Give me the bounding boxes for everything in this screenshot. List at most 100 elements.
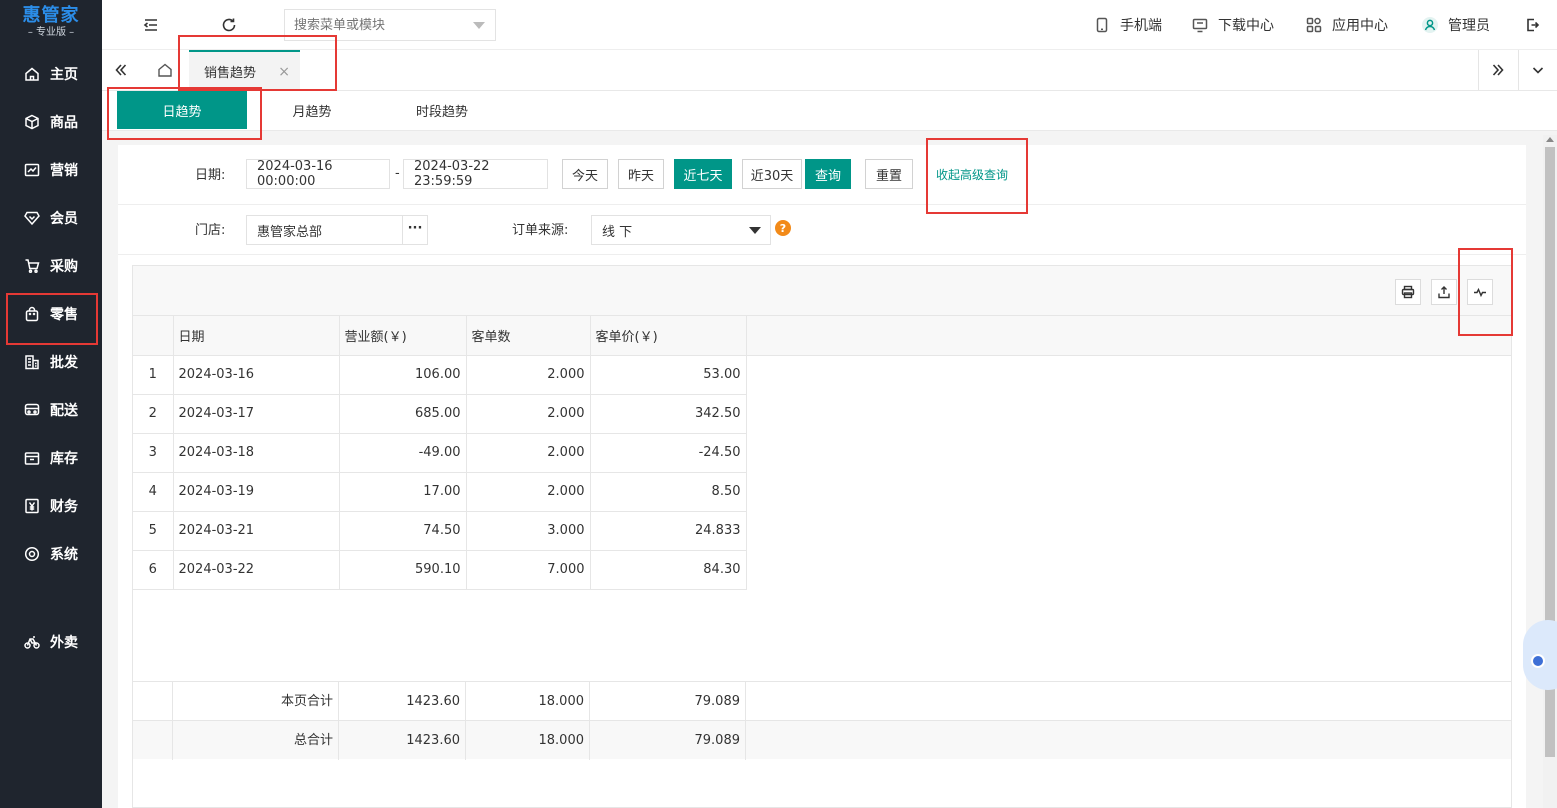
refresh-button[interactable] <box>218 14 240 36</box>
yesterday-button[interactable]: 昨天 <box>618 159 664 189</box>
scroll-up-icon[interactable] <box>1546 137 1554 142</box>
cell-revenue: -49.00 <box>339 433 467 473</box>
diamond-icon <box>24 210 40 226</box>
sidebar-item-finance[interactable]: 财务 <box>0 486 102 526</box>
last-30-days-button[interactable]: 近30天 <box>742 159 802 189</box>
user-name: 管理员 <box>1448 18 1490 34</box>
sidebar-item-label: 系统 <box>50 547 78 563</box>
row-index: 2 <box>133 394 174 434</box>
refresh-icon <box>222 18 236 32</box>
page-total-label: 本页合计 <box>173 682 339 721</box>
sidebar-item-label: 零售 <box>50 307 78 323</box>
chart-view-button[interactable] <box>1467 279 1493 305</box>
sidebar-item-label: 批发 <box>50 355 78 371</box>
export-button[interactable] <box>1431 279 1457 305</box>
building-icon <box>24 354 40 370</box>
sidebar-item-marketing[interactable]: 营销 <box>0 150 102 190</box>
today-button[interactable]: 今天 <box>562 159 608 189</box>
app-center-link[interactable]: 应用中心 <box>1306 0 1388 50</box>
tab-label: 销售趋势 <box>204 65 257 81</box>
sidebar-item-label: 采购 <box>50 259 78 275</box>
sidebar-item-takeout[interactable]: 外卖 <box>0 622 102 662</box>
download-center-link[interactable]: 下载中心 <box>1192 0 1274 50</box>
tabs-scroll-right-button[interactable] <box>1479 50 1517 90</box>
sidebar: 惠管家 – 专业版 – 主页 商品 营销 会员 采购 零售 批发 配送 库存 财… <box>0 0 102 808</box>
close-icon[interactable]: × <box>278 64 290 80</box>
row-index: 1 <box>133 355 174 395</box>
table-row[interactable]: 3 2024-03-18 -49.00 2.000 -24.50 <box>133 433 747 473</box>
date-end-input[interactable]: 2024-03-22 23:59:59 <box>403 159 548 189</box>
page-total-avg-price: 79.089 <box>590 682 746 721</box>
sidebar-item-retail[interactable]: 零售 <box>0 294 102 334</box>
cell-orders: 2.000 <box>466 433 591 473</box>
order-source-value: 线 下 <box>602 224 633 240</box>
tabs-menu-button[interactable] <box>1519 50 1557 90</box>
menu-search-select[interactable] <box>284 9 496 41</box>
print-button[interactable] <box>1395 279 1421 305</box>
double-chevron-left-icon <box>115 64 127 76</box>
subtab-period-trend[interactable]: 时段趋势 <box>377 91 507 129</box>
sidebar-item-delivery[interactable]: 配送 <box>0 390 102 430</box>
sidebar-item-label: 财务 <box>50 499 78 515</box>
cell-revenue: 17.00 <box>339 472 467 512</box>
menu-toggle-button[interactable] <box>140 14 162 36</box>
total-index-cell <box>133 682 173 721</box>
sidebar-item-label: 商品 <box>50 115 78 131</box>
table-row[interactable]: 1 2024-03-16 106.00 2.000 53.00 <box>133 355 747 395</box>
tab-sales-trend[interactable]: 销售趋势 × <box>189 50 300 90</box>
query-button[interactable]: 查询 <box>805 159 851 189</box>
order-source-select[interactable]: 线 下 <box>591 215 771 245</box>
subtab-monthly-trend[interactable]: 月趋势 <box>247 91 377 129</box>
sidebar-item-label: 库存 <box>50 451 78 467</box>
sidebar-item-label: 配送 <box>50 403 78 419</box>
table-row[interactable]: 2 2024-03-17 685.00 2.000 342.50 <box>133 394 747 434</box>
row-index: 5 <box>133 511 174 551</box>
sidebar-item-goods[interactable]: 商品 <box>0 102 102 142</box>
user-menu[interactable]: 管理员 <box>1422 0 1490 50</box>
sidebar-item-member[interactable]: 会员 <box>0 198 102 238</box>
collapse-advanced-query-link[interactable]: 收起高级查询 <box>936 166 1008 183</box>
reset-button[interactable]: 重置 <box>865 159 913 189</box>
column-header-avg-price[interactable]: 客单价(￥) <box>590 316 747 356</box>
logout-icon <box>1527 18 1540 32</box>
column-header-orders[interactable]: 客单数 <box>466 316 591 356</box>
box-icon <box>24 114 40 130</box>
cell-date: 2024-03-19 <box>173 472 340 512</box>
cell-avg-price: -24.50 <box>590 433 747 473</box>
table-row[interactable]: 6 2024-03-22 590.10 7.000 84.30 <box>133 550 747 590</box>
subtab-daily-trend[interactable]: 日趋势 <box>117 91 247 129</box>
robot-eye <box>1531 654 1545 668</box>
chevron-down-icon <box>1532 67 1544 74</box>
logout-button[interactable] <box>1522 14 1544 36</box>
table-row[interactable]: 5 2024-03-21 74.50 3.000 24.833 <box>133 511 747 551</box>
sidebar-item-purchase[interactable]: 采购 <box>0 246 102 286</box>
grand-total-avg-price: 79.089 <box>590 721 746 760</box>
store-input[interactable]: 惠管家总部 ··· <box>246 215 428 245</box>
edition-label: – 专业版 – <box>27 27 75 38</box>
page-scrollbar[interactable] <box>1543 135 1557 808</box>
column-header-revenue[interactable]: 营业额(￥) <box>339 316 467 356</box>
cell-date: 2024-03-18 <box>173 433 340 473</box>
mobile-link[interactable]: 手机端 <box>1094 0 1162 50</box>
sidebar-item-home[interactable]: 主页 <box>0 54 102 94</box>
monitor-icon <box>1192 18 1208 33</box>
date-start-input[interactable]: 2024-03-16 00:00:00 <box>246 159 390 189</box>
sidebar-item-inventory[interactable]: 库存 <box>0 438 102 478</box>
home-tab[interactable] <box>150 50 180 90</box>
cell-avg-price: 53.00 <box>590 355 747 395</box>
sidebar-item-wholesale[interactable]: 批发 <box>0 342 102 382</box>
tabs-scroll-left-button[interactable] <box>102 50 140 90</box>
assistant-robot-icon[interactable] <box>1523 620 1557 690</box>
column-header-date[interactable]: 日期 <box>173 316 340 356</box>
sidebar-item-system[interactable]: 系统 <box>0 534 102 574</box>
last-7-days-button[interactable]: 近七天 <box>674 159 732 189</box>
help-icon[interactable]: ? <box>775 220 791 236</box>
row-index: 3 <box>133 433 174 473</box>
store-more-button[interactable]: ··· <box>402 216 427 244</box>
page-tab-bar: 销售趋势 × <box>102 50 1557 91</box>
home-icon <box>158 63 172 77</box>
grand-total-label: 总合计 <box>173 721 339 760</box>
cell-orders: 2.000 <box>466 472 591 512</box>
table-row[interactable]: 4 2024-03-19 17.00 2.000 8.50 <box>133 472 747 512</box>
menu-search-input[interactable] <box>285 10 465 40</box>
